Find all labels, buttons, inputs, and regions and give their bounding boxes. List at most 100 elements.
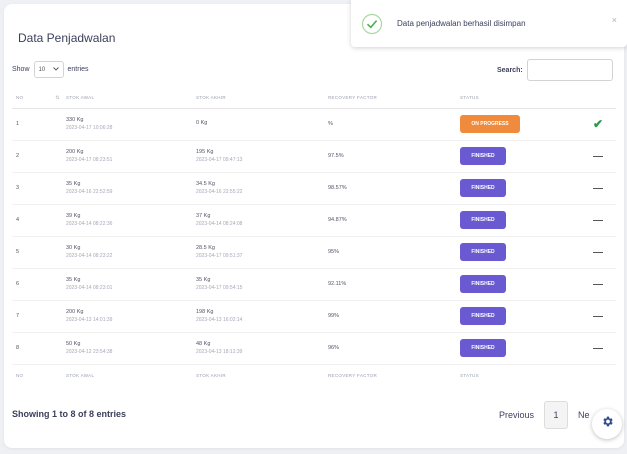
table-footer-row: NO STOK AWAL STOK AKHIR RECOVERY FACTOR … — [12, 363, 616, 386]
next-button[interactable]: Ne — [578, 410, 590, 420]
stok-akhir-time: 2023-04-17 09:54:15 — [196, 285, 243, 291]
cell-status: ON PROGRESS — [456, 108, 576, 141]
table-row: 8 50 Kg 2023-04-12 23:54:38 48 Kg 2023-04-… — [12, 332, 616, 365]
minus-icon[interactable]: — — [576, 140, 616, 173]
cell-stok-awal: 200 Kg 2023-04-17 08:23:51 — [62, 140, 192, 173]
cell-status: FINISHED — [456, 172, 576, 205]
column-header-stok-akhir[interactable]: STOK AKHIR — [192, 88, 324, 109]
stok-awal-weight: 200 Kg — [66, 149, 84, 155]
stok-akhir-weight: 28.5 Kg — [196, 245, 215, 251]
cell-recovery: 97.5% — [324, 140, 456, 173]
stok-akhir-weight: 37 Kg — [196, 213, 211, 219]
cell-stok-akhir: 48 Kg 2023-04-13 18:12:39 — [192, 332, 324, 365]
toast-message: Data penjadwalan berhasil disimpan — [397, 19, 526, 28]
table-info: Showing 1 to 8 of 8 entries — [12, 409, 127, 419]
cell-stok-awal: 200 Kg 2023-04-13 14:01:39 — [62, 300, 192, 333]
cell-recovery: 98.57% — [324, 172, 456, 205]
cell-stok-akhir: 198 Kg 2023-04-13 16:02:14 — [192, 300, 324, 333]
footer-header-status: STATUS — [456, 363, 576, 386]
cell-stok-awal: 35 Kg 2023-04-16 22:52:59 — [62, 172, 192, 205]
cell-no: 2 — [12, 140, 62, 173]
chevron-down-icon — [52, 66, 59, 73]
cell-no: 3 — [12, 172, 62, 205]
cell-no: 7 — [12, 300, 62, 333]
search-label: Search: — [497, 66, 523, 74]
stok-awal-weight: 30 Kg — [66, 245, 81, 251]
stok-awal-time: 2023-04-14 08:22:36 — [66, 221, 113, 227]
stok-awal-weight: 50 Kg — [66, 341, 81, 347]
search-input[interactable] — [526, 59, 613, 81]
table-row: 5 30 Kg 2023-04-14 08:23:22 28.5 Kg 2023-0… — [12, 236, 616, 269]
previous-button[interactable]: Previous — [499, 410, 534, 420]
column-header-no[interactable]: NO ⇅ — [12, 88, 62, 109]
table-row: 4 39 Kg 2023-04-14 08:22:36 37 Kg 2023-04-… — [12, 204, 616, 237]
table-row: 7 200 Kg 2023-04-13 14:01:39 198 Kg 2023-0… — [12, 300, 616, 333]
schedule-table: NO ⇅ STOK AWAL STOK AKHIR RECOVERY FACTOR… — [12, 88, 616, 386]
status-badge[interactable]: FINISHED — [460, 275, 506, 293]
settings-button[interactable] — [592, 409, 622, 439]
status-badge[interactable]: FINISHED — [460, 179, 506, 197]
cell-status: FINISHED — [456, 236, 576, 269]
success-toast: Data penjadwalan berhasil disimpan × — [351, 0, 627, 47]
cell-stok-awal: 330 Kg 2023-04-17 10:06:28 — [62, 108, 192, 141]
status-badge[interactable]: FINISHED — [460, 147, 506, 165]
cell-stok-akhir: 35 Kg 2023-04-17 09:54:15 — [192, 268, 324, 301]
close-icon[interactable]: × — [612, 15, 617, 25]
footer-header-recovery-factor: RECOVERY FACTOR — [324, 363, 456, 386]
cell-no: 8 — [12, 332, 62, 365]
cell-status: FINISHED — [456, 268, 576, 301]
cell-stok-awal: 30 Kg 2023-04-14 08:23:22 — [62, 236, 192, 269]
entries-select[interactable]: 10 — [33, 61, 64, 78]
status-badge[interactable]: FINISHED — [460, 307, 506, 325]
stok-akhir-weight: 48 Kg — [196, 341, 211, 347]
cell-stok-akhir: 28.5 Kg 2023-04-17 09:51:37 — [192, 236, 324, 269]
table-row: 6 35 Kg 2023-04-14 08:23:01 35 Kg 2023-04-… — [12, 268, 616, 301]
gear-icon — [601, 415, 614, 433]
stok-awal-time: 2023-04-17 10:06:28 — [66, 125, 113, 131]
cell-no: 6 — [12, 268, 62, 301]
minus-icon[interactable]: — — [576, 204, 616, 237]
cell-stok-akhir: 0 Kg — [192, 108, 324, 141]
cell-recovery: 96% — [324, 332, 456, 365]
status-badge[interactable]: ON PROGRESS — [460, 115, 520, 133]
sort-icon: ⇅ — [55, 94, 60, 101]
cell-stok-akhir: 195 Kg 2023-04-17 09:47:13 — [192, 140, 324, 173]
column-header-recovery-factor[interactable]: RECOVERY FACTOR — [324, 88, 456, 109]
column-header-status[interactable]: STATUS — [456, 88, 576, 109]
column-header-action — [576, 88, 616, 109]
stok-akhir-time: 2023-04-17 09:47:13 — [196, 157, 243, 163]
minus-icon[interactable]: — — [576, 236, 616, 269]
stok-akhir-weight: 198 Kg — [196, 309, 214, 315]
cell-no: 4 — [12, 204, 62, 237]
check-icon[interactable]: ✔ — [576, 108, 616, 141]
stok-awal-weight: 35 Kg — [66, 277, 81, 283]
minus-icon[interactable]: — — [576, 172, 616, 205]
stok-awal-time: 2023-04-16 22:52:59 — [66, 189, 113, 195]
status-badge[interactable]: FINISHED — [460, 211, 506, 229]
cell-recovery: 94.87% — [324, 204, 456, 237]
stok-awal-time: 2023-04-14 08:23:01 — [66, 285, 113, 291]
page-1-button[interactable]: 1 — [544, 401, 569, 429]
stok-awal-weight: 35 Kg — [66, 181, 81, 187]
cell-stok-akhir: 37 Kg 2023-04-14 08:24:08 — [192, 204, 324, 237]
show-label: Show — [12, 66, 30, 73]
status-badge[interactable]: FINISHED — [460, 243, 506, 261]
length-menu: Show 10 entries — [12, 61, 89, 78]
stok-akhir-time: 2023-04-13 16:02:14 — [196, 317, 243, 323]
stok-akhir-weight: 195 Kg — [196, 149, 214, 155]
stok-awal-time: 2023-04-14 08:23:22 — [66, 253, 113, 259]
cell-status: FINISHED — [456, 300, 576, 333]
minus-icon[interactable]: — — [576, 332, 616, 365]
cell-no: 5 — [12, 236, 62, 269]
minus-icon[interactable]: — — [576, 268, 616, 301]
check-circle-icon — [361, 13, 383, 35]
stok-awal-time: 2023-04-13 14:01:39 — [66, 317, 113, 323]
pagination: Previous 1 Ne — [499, 401, 590, 429]
minus-icon[interactable]: — — [576, 300, 616, 333]
table-header-row: NO ⇅ STOK AWAL STOK AKHIR RECOVERY FACTOR… — [12, 88, 616, 109]
stok-akhir-weight: 0 Kg — [196, 120, 208, 126]
entries-select-value: 10 — [38, 66, 46, 73]
status-badge[interactable]: FINISHED — [460, 339, 506, 357]
column-header-stok-awal[interactable]: STOK AWAL — [62, 88, 192, 109]
cell-stok-awal: 50 Kg 2023-04-12 23:54:38 — [62, 332, 192, 365]
